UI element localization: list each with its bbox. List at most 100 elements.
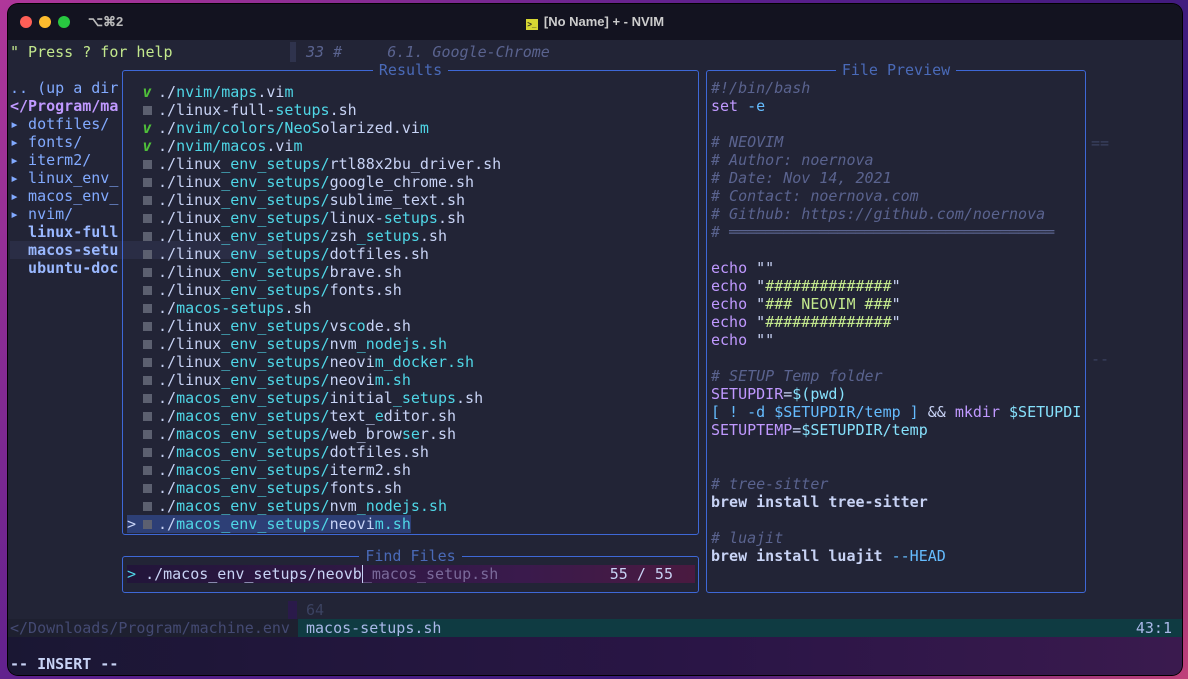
- result-item[interactable]: v ./nvim/maps.vim: [127, 83, 293, 101]
- result-item[interactable]: ./linux_env_setups/neovim_docker.sh: [127, 353, 474, 371]
- path-segment: ./: [158, 299, 177, 317]
- path-segment: brave.sh: [329, 263, 402, 281]
- code-token: echo: [711, 259, 757, 277]
- result-item[interactable]: ./macos_env_setups/fonts.sh: [127, 479, 402, 497]
- result-item[interactable]: ./linux_env_setups/dotfiles.sh: [127, 245, 429, 263]
- result-item[interactable]: ./macos-setups.sh: [127, 299, 312, 317]
- path-segment: _env_setups/: [221, 335, 330, 353]
- path-segment: _env_setups/: [221, 317, 330, 335]
- results-panel: Results v ./nvim/maps.vim ./linux-full-se…: [122, 61, 699, 535]
- shell-file-icon: [136, 479, 158, 497]
- shell-file-icon: [136, 317, 158, 335]
- selection-caret: [127, 407, 136, 425]
- preview-line: # luajit: [711, 529, 1081, 547]
- result-item[interactable]: ./macos_env_setups/text_editor.sh: [127, 407, 456, 425]
- path-segment: m: [293, 137, 303, 155]
- find-files-input[interactable]: > ./macos_env_setups/neovb_macos_setup.s…: [127, 565, 695, 583]
- title-bar: ⌥⌘2 >_ [No Name] + - NVIM: [8, 4, 1182, 40]
- cursor-position: 43:1: [1135, 619, 1172, 637]
- code-token: $SETUPDIR/temp: [801, 421, 928, 439]
- result-item[interactable]: ./linux_env_setups/sublime_text.sh: [127, 191, 465, 209]
- path-segment: macos_env_setups/: [176, 479, 330, 497]
- result-item[interactable]: ./macos_env_setups/iterm2.sh: [127, 461, 411, 479]
- selection-caret: [127, 479, 136, 497]
- code-token: # tree-sitter: [711, 475, 829, 493]
- path-segment: sublime_text.sh: [329, 191, 466, 209]
- find-files-title: Find Files: [359, 547, 462, 565]
- code-token: brew install tree-sitter: [711, 493, 928, 511]
- result-item[interactable]: ./linux_env_setups/nvm_nodejs.sh: [127, 335, 447, 353]
- selection-caret: [127, 263, 136, 281]
- path-segment: m_docker.sh: [374, 353, 475, 371]
- selection-caret: [127, 227, 136, 245]
- preview-line: [711, 241, 1081, 259]
- result-item[interactable]: ./linux_env_setups/linux-setups.sh: [127, 209, 465, 227]
- result-item[interactable]: ./linux-full-setups.sh: [127, 101, 357, 119]
- result-item[interactable]: ./linux_env_setups/google_chrome.sh: [127, 173, 474, 191]
- code-token: ##############: [765, 313, 892, 331]
- code-token: =: [792, 421, 802, 439]
- result-item[interactable]: ./linux_env_setups/rtl88x2bu_driver.sh: [127, 155, 501, 173]
- code-line: 33 # 6.1. Google-Chrome: [306, 43, 550, 61]
- result-item[interactable]: ./macos_env_setups/dotfiles.sh: [127, 443, 429, 461]
- shell-file-icon: [136, 245, 158, 263]
- path-segment: fonts.sh: [329, 479, 402, 497]
- result-item[interactable]: ./linux_env_setups/fonts.sh: [127, 281, 402, 299]
- path-segment: nvm: [329, 335, 357, 353]
- path-segment: .sh: [329, 101, 357, 119]
- path-segment: _env_setups/: [221, 173, 330, 191]
- preview-line: # Github: https://github.com/noernova: [711, 205, 1081, 223]
- code-token: set: [711, 97, 748, 115]
- code-token: $(pwd): [792, 385, 847, 403]
- result-item[interactable]: v ./nvim/macos.vim: [127, 137, 303, 155]
- preview-line: [711, 511, 1081, 529]
- code-token: "": [756, 331, 775, 349]
- result-item[interactable]: ./linux_env_setups/neovim.sh: [127, 371, 411, 389]
- preview-line: [711, 457, 1081, 475]
- path-segment: .vi: [257, 83, 285, 101]
- preview-line: brew install luajit --HEAD: [711, 547, 1081, 565]
- shell-file-icon: [136, 299, 158, 317]
- code-token: echo: [711, 313, 757, 331]
- mode-indicator: -- INSERT --: [10, 655, 119, 673]
- result-item[interactable]: ./macos_env_setups/web_browser.sh: [127, 425, 456, 443]
- preview-line: [ ! -d $SETUPDIR/temp ] && mkdir $SETUPD…: [711, 403, 1081, 421]
- path-segment: ./: [158, 497, 177, 515]
- path-segment: ./: [158, 389, 177, 407]
- path-segment: ./: [158, 515, 177, 533]
- preview-line: # Date: Nov 14, 2021: [711, 169, 1081, 187]
- path-segment: m.sh: [374, 371, 411, 389]
- preview-line: echo "### NEOVIM ###": [711, 295, 1081, 313]
- code-token: #!/bin/bash: [711, 79, 811, 97]
- preview-line: [711, 115, 1081, 133]
- path-segment: dotfiles.sh: [329, 443, 429, 461]
- vim-file-icon: v: [142, 137, 152, 155]
- path-segment: rtl88x2bu_driver.sh: [329, 155, 502, 173]
- shell-file-icon: [136, 191, 158, 209]
- result-item[interactable]: > ./macos_env_setups/neovim.sh: [127, 515, 411, 533]
- path-segment: web_brow: [329, 425, 402, 443]
- statusline-filename: macos-setups.sh: [306, 619, 442, 637]
- selection-caret: [127, 335, 136, 353]
- vim-file-icon: v: [142, 83, 152, 101]
- code-token: --HEAD: [891, 547, 946, 565]
- result-item[interactable]: ./linux_env_setups/vscode.sh: [127, 317, 411, 335]
- path-segment: ./linux: [158, 173, 222, 191]
- result-item[interactable]: ./linux_env_setups/brave.sh: [127, 263, 402, 281]
- path-segment: ./: [158, 461, 177, 479]
- selection-caret: [127, 425, 136, 443]
- path-segment: google_chrome.sh: [329, 173, 475, 191]
- path-segment: de.sh: [365, 317, 411, 335]
- selection-caret: [127, 389, 136, 407]
- result-item[interactable]: v ./nvim/colors/NeoSolarized.vim: [127, 119, 428, 137]
- ghost-text: _macos_setup.sh: [362, 565, 499, 583]
- path-segment: nvim/macos: [176, 137, 267, 155]
- path-segment: _nodejs.sh: [356, 497, 447, 515]
- results-title: Results: [372, 61, 449, 79]
- shell-file-icon: [136, 425, 158, 443]
- result-item[interactable]: ./linux_env_setups/zsh_setups.sh: [127, 227, 447, 245]
- result-item[interactable]: ./macos_env_setups/initial_setups.sh: [127, 389, 483, 407]
- code-token: # SETUP Temp folder: [711, 367, 883, 385]
- result-item[interactable]: ./macos_env_setups/nvm_nodejs.sh: [127, 497, 447, 515]
- path-segment: initial: [329, 389, 393, 407]
